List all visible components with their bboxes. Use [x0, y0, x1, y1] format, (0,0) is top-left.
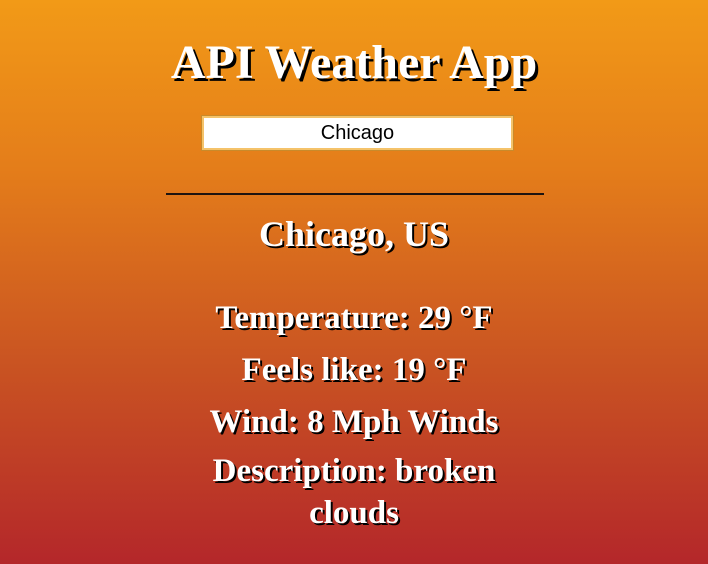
app-title: API Weather App: [170, 36, 538, 89]
city-search-input[interactable]: [201, 115, 514, 151]
weather-app: API Weather App Chicago, US Temperature:…: [0, 0, 708, 564]
location-heading: Chicago, US: [258, 214, 450, 254]
feels-like-text: Feels like: 19 °F: [241, 352, 467, 388]
temperature-text: Temperature: 29 °F: [215, 300, 493, 336]
search-container: [201, 115, 514, 151]
description-text: Description: broken clouds: [212, 453, 496, 531]
weather-details: Temperature: 29 °F Feels like: 19 °F Win…: [0, 292, 708, 534]
wind-text: Wind: 8 Mph Winds: [209, 404, 499, 440]
divider: [166, 193, 544, 195]
